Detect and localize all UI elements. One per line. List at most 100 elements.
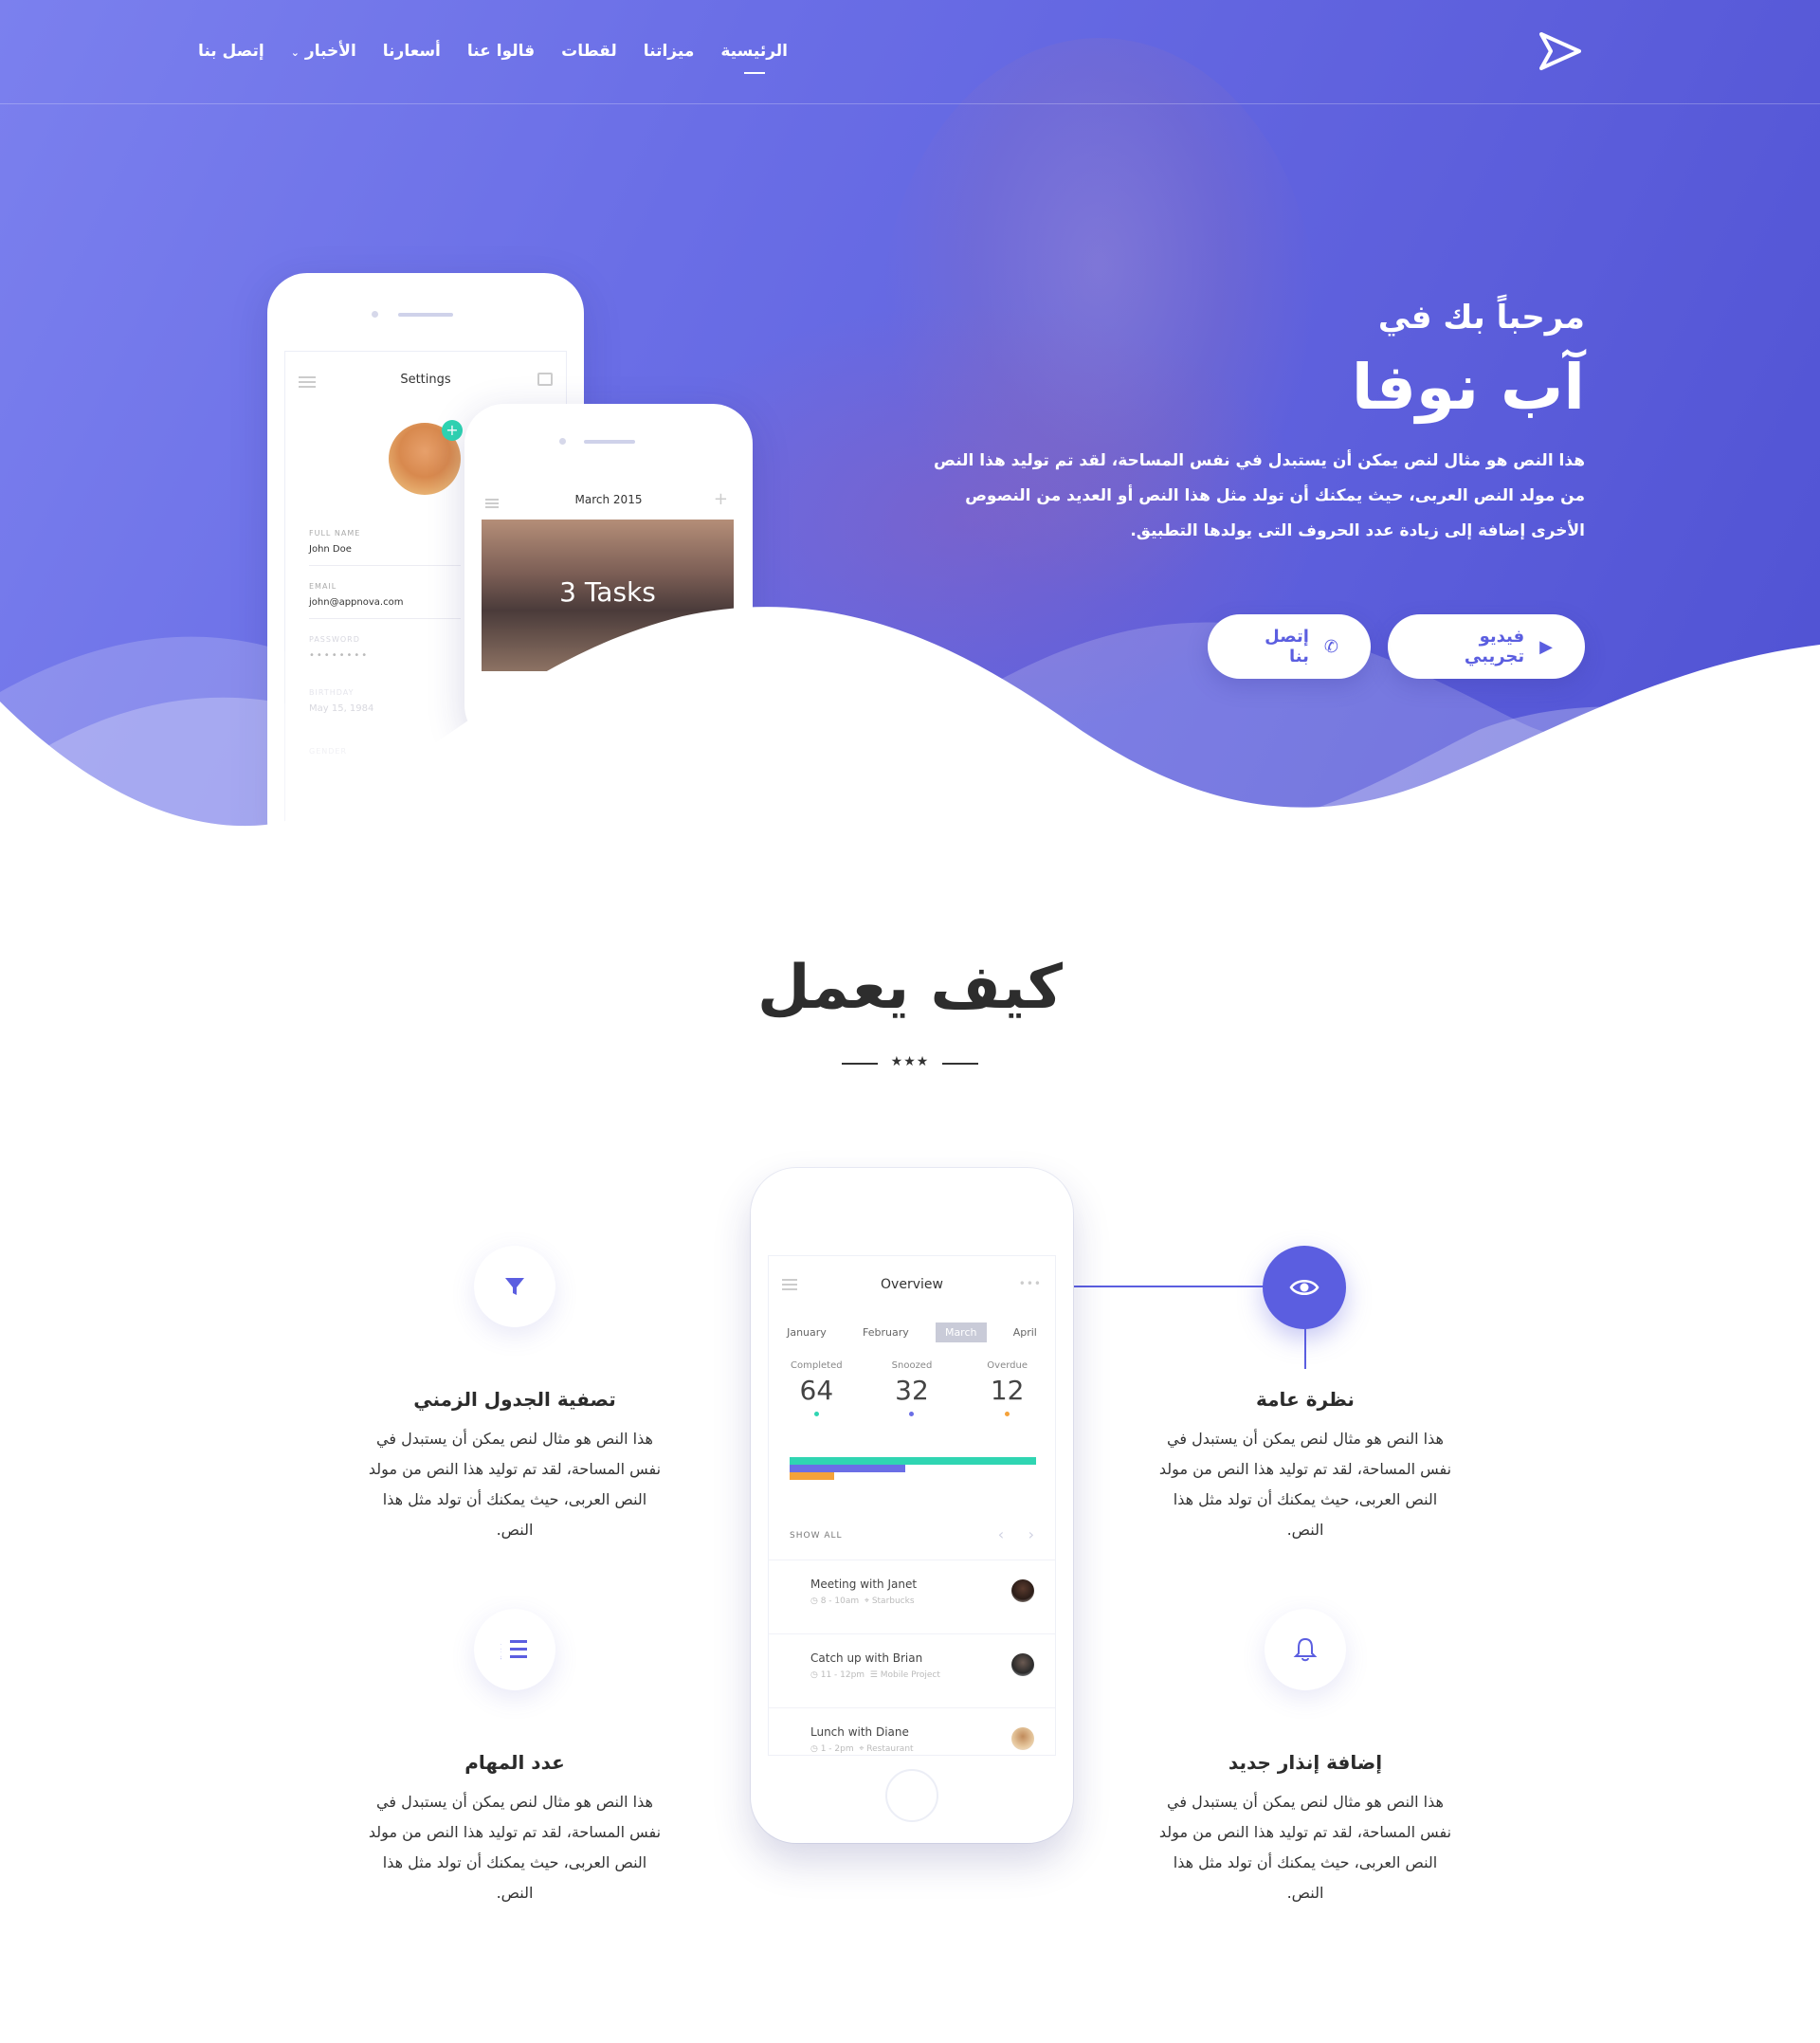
feature-description: هذا النص هو مثال لنص يمكن أن يستبدل في ن… <box>1158 1430 1452 1539</box>
event-time: 11 - 12pm <box>820 1670 865 1680</box>
stat-label: Completed <box>791 1360 843 1371</box>
play-icon: ▶ <box>1539 636 1553 657</box>
svg-text:3: 3 <box>500 1654 501 1662</box>
svg-text:2: 2 <box>500 1647 501 1654</box>
feature-title: تصفية الجدول الزمني <box>413 1388 616 1411</box>
pagination-arrows: ‹ › <box>998 1525 1034 1543</box>
more-icon: ••• <box>1018 1277 1042 1290</box>
add-icon: + <box>713 489 728 509</box>
filter-icon[interactable] <box>474 1246 555 1327</box>
stat-label: Overdue <box>987 1360 1028 1371</box>
nav-contact-label: إتصل بنا <box>197 42 264 61</box>
feature-task-count: عدد المهام هذا النص هو مثال لنص يمكن أن … <box>368 1751 662 1908</box>
stat-dot <box>1005 1412 1010 1416</box>
event-place: Mobile Project <box>880 1670 940 1680</box>
event-place: Starbucks <box>871 1596 915 1606</box>
hero-title: آب نوفا <box>1351 351 1585 424</box>
divider-stars-icon: ★★★ <box>890 1054 930 1069</box>
tab-january[interactable]: January <box>777 1322 836 1342</box>
tab-march[interactable]: March <box>935 1322 987 1342</box>
event-time: 8 - 10am <box>820 1596 860 1606</box>
feature-title: نظرة عامة <box>1256 1388 1355 1411</box>
event-item[interactable]: Catch up with Brian ◷ 11 - 12pm ☰ Mobile… <box>769 1633 1055 1702</box>
snoozed-progress-bar <box>790 1465 906 1472</box>
settings-title: Settings <box>400 373 451 387</box>
stat-value: 32 <box>895 1375 929 1406</box>
chevron-right-icon[interactable]: › <box>1028 1525 1034 1543</box>
hero-section: الرئيسية ميزاتنا لقطات قالوا عنا أسعارنا… <box>0 0 1820 834</box>
event-item[interactable]: Meeting with Janet ◷ 8 - 10am ⌖ Starbuck… <box>769 1560 1055 1628</box>
add-photo-icon: + <box>442 420 463 441</box>
bell-icon[interactable] <box>1265 1609 1346 1690</box>
phone-home-button <box>885 1769 938 1822</box>
avatar <box>1011 1727 1034 1750</box>
feature-description: هذا النص هو مثال لنص يمكن أن يستبدل في ن… <box>368 1430 662 1539</box>
stat-overdue: Overdue 12 <box>965 1360 1050 1416</box>
stat-completed: Completed 64 <box>774 1360 859 1416</box>
feature-title: إضافة إنذار جديد <box>1228 1751 1383 1774</box>
nav-testimonials[interactable]: قالوا عنا <box>454 42 548 61</box>
stat-label: Snoozed <box>891 1360 933 1371</box>
feature-description: هذا النص هو مثال لنص يمكن أن يستبدل في ن… <box>368 1793 662 1902</box>
demo-video-button[interactable]: ▶ فيديو تجريبي <box>1388 614 1585 679</box>
full-name-value: John Doe <box>309 544 352 555</box>
event-meta: ◷ 1 - 2pm ⌖ Restaurant <box>810 1744 914 1754</box>
tab-april[interactable]: April <box>1004 1322 1046 1342</box>
connector-line-down <box>1304 1327 1306 1369</box>
event-item[interactable]: Lunch with Diane ◷ 1 - 2pm ⌖ Restaurant <box>769 1707 1055 1755</box>
stat-value: 12 <box>990 1375 1025 1406</box>
nav-news-label: الأخبار <box>304 42 356 61</box>
nav-screenshots-label: لقطات <box>561 42 617 61</box>
nav-pricing[interactable]: أسعارنا <box>370 42 454 61</box>
overview-screen: Overview ••• January February March Apri… <box>768 1255 1056 1756</box>
divider-line <box>842 1063 878 1065</box>
phone-camera <box>372 311 378 318</box>
nav-pricing-label: أسعارنا <box>382 42 441 61</box>
phone-camera <box>559 438 566 445</box>
stat-dot <box>909 1412 915 1416</box>
main-nav: الرئيسية ميزاتنا لقطات قالوا عنا أسعارنا… <box>185 0 801 102</box>
calendar-month-title[interactable]: March 2015 <box>464 493 753 506</box>
nav-home[interactable]: الرئيسية <box>707 42 801 74</box>
stat-value: 64 <box>799 1375 834 1406</box>
stat-dot <box>813 1412 819 1416</box>
phone-speaker <box>584 440 635 444</box>
nav-news-dropdown[interactable]: الأخبار ⌄ <box>278 42 370 61</box>
feature-timeline-filter: تصفية الجدول الزمني هذا النص هو مثال لنص… <box>368 1388 662 1545</box>
demo-video-label: فيديو تجريبي <box>1464 627 1525 666</box>
contact-us-button[interactable]: ✆ إتصل بنا <box>1208 614 1371 679</box>
feature-overview: نظرة عامة هذا النص هو مثال لنص يمكن أن ي… <box>1158 1388 1452 1545</box>
show-all-link[interactable]: SHOW ALL <box>790 1531 843 1541</box>
nav-home-label: الرئيسية <box>720 42 788 61</box>
numbered-list-icon[interactable]: 123 <box>474 1609 555 1690</box>
divider-line <box>942 1063 978 1065</box>
overview-title: Overview <box>881 1277 943 1292</box>
nav-features[interactable]: ميزاتنا <box>630 42 708 61</box>
feature-new-alert: إضافة إنذار جديد هذا النص هو مثال لنص يم… <box>1158 1751 1452 1908</box>
nav-contact[interactable]: إتصل بنا <box>185 42 278 61</box>
overdue-progress-bar <box>790 1472 834 1480</box>
full-name-label: FULL NAME <box>309 529 361 538</box>
svg-text:1: 1 <box>500 1639 501 1647</box>
event-title: Lunch with Diane <box>810 1725 909 1739</box>
hero-content: مرحباً بك في آب نوفا هذا النص هو مثال لن… <box>921 299 1585 549</box>
completed-progress-bar <box>790 1457 1036 1465</box>
event-time: 1 - 2pm <box>820 1744 854 1754</box>
nav-screenshots[interactable]: لقطات <box>548 42 630 61</box>
chevron-left-icon[interactable]: ‹ <box>998 1525 1004 1543</box>
chevron-down-icon: ⌄ <box>290 46 300 59</box>
phone-icon: ✆ <box>1323 636 1338 657</box>
avatar <box>1011 1653 1034 1676</box>
avatar <box>1011 1579 1034 1602</box>
field-divider <box>309 565 461 566</box>
tab-february[interactable]: February <box>853 1322 919 1342</box>
progress-bars <box>790 1457 1036 1491</box>
section-title: كيف يعمل <box>756 953 1064 1023</box>
event-meta: ◷ 8 - 10am ⌖ Starbucks <box>810 1596 915 1606</box>
eye-icon[interactable] <box>1263 1246 1346 1329</box>
month-tabs: January February March April <box>769 1322 1055 1342</box>
overview-phone-mockup: Overview ••• January February March Apri… <box>751 1168 1073 1843</box>
hero-pre-title: مرحباً بك في <box>1377 299 1585 337</box>
event-place: Restaurant <box>866 1744 914 1754</box>
play-triangle-logo-icon[interactable] <box>1538 28 1583 74</box>
